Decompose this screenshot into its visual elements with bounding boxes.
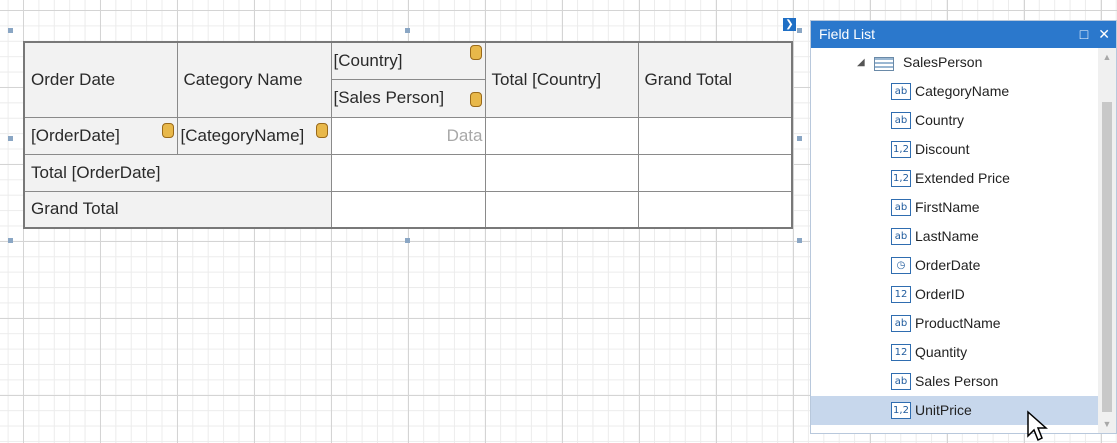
field-type-icon: ◷ bbox=[891, 257, 911, 274]
header-order-date[interactable]: Order Date bbox=[23, 41, 178, 118]
field-item-label: Quantity bbox=[915, 344, 968, 360]
field-item[interactable]: ab LastName bbox=[811, 222, 1098, 251]
field-type-icon: 12 bbox=[891, 344, 911, 361]
data-cell[interactable] bbox=[330, 190, 486, 229]
field-item-label: ProductName bbox=[915, 315, 1001, 331]
selection-handle-bottom-center[interactable] bbox=[405, 238, 410, 243]
field-type-icon: 1,2 bbox=[891, 141, 911, 158]
table-icon bbox=[874, 57, 894, 71]
header-grand-total[interactable]: Grand Total bbox=[637, 41, 793, 118]
field-item[interactable]: ab CategoryName bbox=[811, 77, 1098, 106]
data-cell[interactable] bbox=[330, 153, 486, 192]
field-item-label: Discount bbox=[915, 141, 970, 157]
tree-node-salesperson[interactable]: ◢ SalesPerson bbox=[811, 48, 1098, 77]
field-item-label: Country bbox=[915, 112, 965, 128]
row-field-order-date[interactable]: [OrderDate] bbox=[23, 116, 178, 155]
field-item-label: CategoryName bbox=[915, 83, 1010, 99]
header-category-name-label: Category Name bbox=[183, 69, 303, 89]
row-total-order-date[interactable]: Total [OrderDate] bbox=[23, 153, 332, 192]
row-field-category-name[interactable]: [CategoryName] bbox=[176, 116, 332, 155]
field-item-label: UnitPrice bbox=[915, 402, 972, 418]
field-type-icon: ab bbox=[891, 199, 911, 216]
field-list-title-bar: Field List □ ✕ bbox=[811, 21, 1116, 48]
field-type-icon: ab bbox=[891, 112, 911, 129]
field-item-label: FirstName bbox=[915, 199, 980, 215]
selection-handle-bottom-left[interactable] bbox=[8, 238, 13, 243]
field-type-icon: ab bbox=[891, 315, 911, 332]
selection-handle-top-center[interactable] bbox=[405, 28, 410, 33]
selection-handle-middle-left[interactable] bbox=[8, 136, 13, 141]
row-field-category-name-label: [CategoryName] bbox=[180, 125, 305, 145]
row-grand-total-label: Grand Total bbox=[31, 199, 119, 219]
field-item-label: OrderID bbox=[915, 286, 965, 302]
field-type-icon: 1,2 bbox=[891, 402, 911, 419]
field-item-label: Sales Person bbox=[915, 373, 999, 389]
header-total-country-label: Total [Country] bbox=[491, 69, 602, 89]
field-type-icon: 12 bbox=[891, 286, 911, 303]
field-list-panel: Field List □ ✕ ◢ SalesPerson ab CategoryNa… bbox=[810, 20, 1117, 434]
field-item-label: Extended Price bbox=[915, 170, 1010, 186]
field-item[interactable]: ab ProductName bbox=[811, 309, 1098, 338]
tree-node-label: SalesPerson bbox=[903, 54, 983, 70]
datasource-icon bbox=[315, 122, 328, 138]
scroll-thumb[interactable] bbox=[1102, 102, 1112, 412]
header-total-country[interactable]: Total [Country] bbox=[484, 41, 639, 118]
selection-handle-bottom-right[interactable] bbox=[797, 238, 802, 243]
data-cell[interactable] bbox=[484, 190, 639, 229]
data-cell[interactable] bbox=[637, 153, 793, 192]
field-tree: ◢ SalesPerson ab CategoryName ab Country 1,2… bbox=[811, 48, 1098, 433]
column-field-sales-person[interactable]: [Sales Person] bbox=[330, 79, 486, 118]
field-item-label: OrderDate bbox=[915, 257, 981, 273]
selection-handle-top-right[interactable] bbox=[797, 28, 802, 33]
field-type-icon: 1,2 bbox=[891, 170, 911, 187]
field-type-icon: ab bbox=[891, 228, 911, 245]
close-icon[interactable]: ✕ bbox=[1098, 26, 1110, 42]
row-grand-total[interactable]: Grand Total bbox=[23, 190, 332, 229]
field-item[interactable]: 12 Quantity bbox=[811, 338, 1098, 367]
field-item[interactable]: ab Country bbox=[811, 106, 1098, 135]
data-cell[interactable]: Data bbox=[330, 116, 486, 155]
data-placeholder: Data bbox=[446, 125, 483, 145]
column-field-country-label: [Country] bbox=[333, 51, 403, 70]
data-cell-grand-total[interactable] bbox=[637, 116, 793, 155]
maximize-icon[interactable]: □ bbox=[1080, 26, 1088, 42]
data-cell-total-country[interactable] bbox=[484, 116, 639, 155]
scroll-up-icon[interactable]: ▲ bbox=[1098, 48, 1116, 66]
mouse-cursor-icon bbox=[1027, 410, 1048, 442]
datasource-icon bbox=[469, 92, 482, 107]
field-list-title: Field List bbox=[819, 26, 876, 42]
field-item[interactable]: 12 OrderID bbox=[811, 280, 1098, 309]
header-order-date-label: Order Date bbox=[31, 69, 116, 89]
field-item[interactable]: 1,2 Extended Price bbox=[811, 164, 1098, 193]
data-cell[interactable] bbox=[484, 153, 639, 192]
field-type-icon: ab bbox=[891, 373, 911, 390]
data-cell[interactable] bbox=[637, 190, 793, 229]
row-field-order-date-label: [OrderDate] bbox=[31, 125, 120, 145]
column-field-country[interactable]: [Country] bbox=[330, 41, 486, 80]
field-item[interactable]: 1,2 UnitPrice bbox=[811, 396, 1098, 425]
column-field-sales-person-label: [Sales Person] bbox=[333, 88, 445, 108]
datasource-icon bbox=[161, 122, 174, 138]
header-category-name[interactable]: Category Name bbox=[176, 41, 332, 118]
field-item-label: LastName bbox=[915, 228, 979, 244]
field-item[interactable]: ◷ OrderDate bbox=[811, 251, 1098, 280]
expand-panel-button[interactable]: ❯ bbox=[783, 18, 796, 31]
collapse-arrow-icon[interactable]: ◢ bbox=[857, 48, 865, 77]
row-total-order-date-label: Total [OrderDate] bbox=[31, 162, 161, 182]
selection-handle-middle-right[interactable] bbox=[797, 136, 802, 141]
field-item[interactable]: ab FirstName bbox=[811, 193, 1098, 222]
field-item[interactable]: 1,2 Discount bbox=[811, 135, 1098, 164]
field-item[interactable]: ab Sales Person bbox=[811, 367, 1098, 396]
pivot-grid[interactable]: Order Date Category Name [Country] Total… bbox=[23, 41, 793, 229]
selection-handle-top-left[interactable] bbox=[8, 28, 13, 33]
datasource-icon bbox=[469, 45, 482, 60]
header-grand-total-label: Grand Total bbox=[644, 69, 733, 89]
scrollbar[interactable]: ▲ ▼ bbox=[1098, 48, 1116, 433]
scroll-down-icon[interactable]: ▼ bbox=[1098, 415, 1116, 433]
field-type-icon: ab bbox=[891, 83, 911, 100]
